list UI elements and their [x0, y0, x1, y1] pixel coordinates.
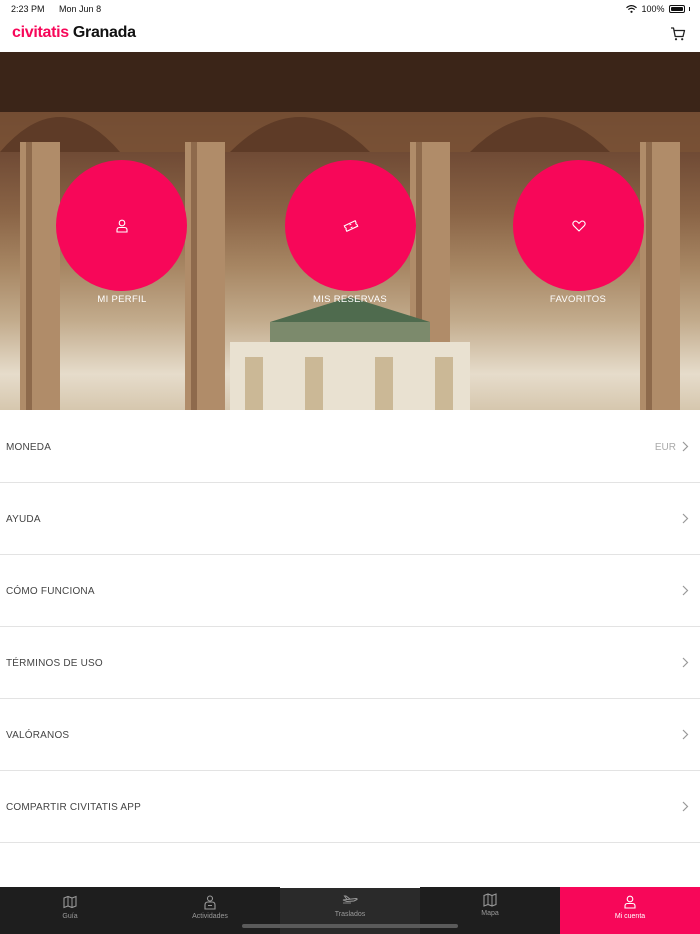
battery-percent: 100%	[641, 4, 665, 14]
my-profile-label: MI PERFIL	[97, 294, 147, 305]
favorites-button[interactable]	[513, 160, 644, 291]
menu-item-label: MONEDA	[6, 442, 52, 453]
chevron-right-icon	[682, 657, 689, 668]
menu-item-label: COMPARTIR CIVITATIS APP	[6, 802, 141, 813]
brand-name: civitatis	[12, 24, 69, 41]
my-profile-button[interactable]	[56, 160, 187, 291]
map-book-icon	[63, 895, 77, 909]
my-bookings-label: MIS RESERVAS	[313, 294, 387, 305]
status-date: Mon Jun 8	[59, 4, 102, 14]
tab-label: Guía	[62, 913, 78, 920]
chevron-right-icon	[682, 441, 689, 452]
guide-person-icon	[204, 895, 216, 910]
tab-my-account[interactable]: Mi cuenta	[560, 887, 700, 934]
brand-logo[interactable]: civitatis Granada	[12, 24, 136, 42]
chevron-right-icon	[682, 801, 689, 812]
hero-banner: MI PERFIL MIS RESERVAS FAVORITOS	[0, 52, 700, 410]
ticket-icon	[343, 219, 358, 232]
user-icon	[624, 895, 636, 909]
chevron-right-icon	[682, 585, 689, 596]
tab-label: Traslados	[334, 911, 366, 918]
tab-label: Mapa	[481, 910, 499, 917]
status-bar: 2:23 PM Mon Jun 8 100%	[0, 0, 700, 18]
menu-item-how-it-works[interactable]: CÓMO FUNCIONA	[0, 555, 700, 627]
tab-label: Actividades	[192, 913, 228, 920]
menu-item-terms[interactable]: TÉRMINOS DE USO	[0, 627, 700, 699]
menu-item-help[interactable]: AYUDA	[0, 483, 700, 555]
menu-item-label: VALÓRANOS	[6, 730, 70, 741]
tab-guide[interactable]: Guía	[0, 887, 140, 934]
favorites-label: FAVORITOS	[549, 294, 607, 305]
cart-icon[interactable]	[670, 26, 686, 42]
menu-item-share-app[interactable]: COMPARTIR CIVITATIS APP	[0, 771, 700, 843]
menu-item-label: CÓMO FUNCIONA	[6, 586, 95, 597]
map-icon	[483, 893, 497, 907]
heart-icon	[571, 220, 586, 232]
battery-icon	[668, 5, 685, 13]
chevron-right-icon	[682, 729, 689, 740]
my-bookings-button[interactable]	[285, 160, 416, 291]
chevron-right-icon	[682, 513, 689, 524]
currency-value: EUR	[654, 442, 676, 453]
city-name: Granada	[72, 24, 136, 41]
home-indicator[interactable]	[242, 924, 458, 928]
status-time: 2:23 PM	[11, 4, 45, 14]
user-icon	[115, 219, 128, 233]
settings-menu: MONEDA EUR AYUDA CÓMO FUNCIONA TÉRMINOS …	[0, 411, 700, 843]
app-header: civitatis Granada	[0, 18, 700, 52]
wifi-icon	[626, 5, 638, 13]
menu-item-label: AYUDA	[6, 514, 41, 525]
tab-label: Mi cuenta	[614, 913, 646, 920]
plane-icon	[342, 895, 358, 904]
menu-item-label: TÉRMINOS DE USO	[6, 658, 103, 669]
menu-item-rate-us[interactable]: VALÓRANOS	[0, 699, 700, 771]
menu-item-currency[interactable]: MONEDA EUR	[0, 411, 700, 483]
